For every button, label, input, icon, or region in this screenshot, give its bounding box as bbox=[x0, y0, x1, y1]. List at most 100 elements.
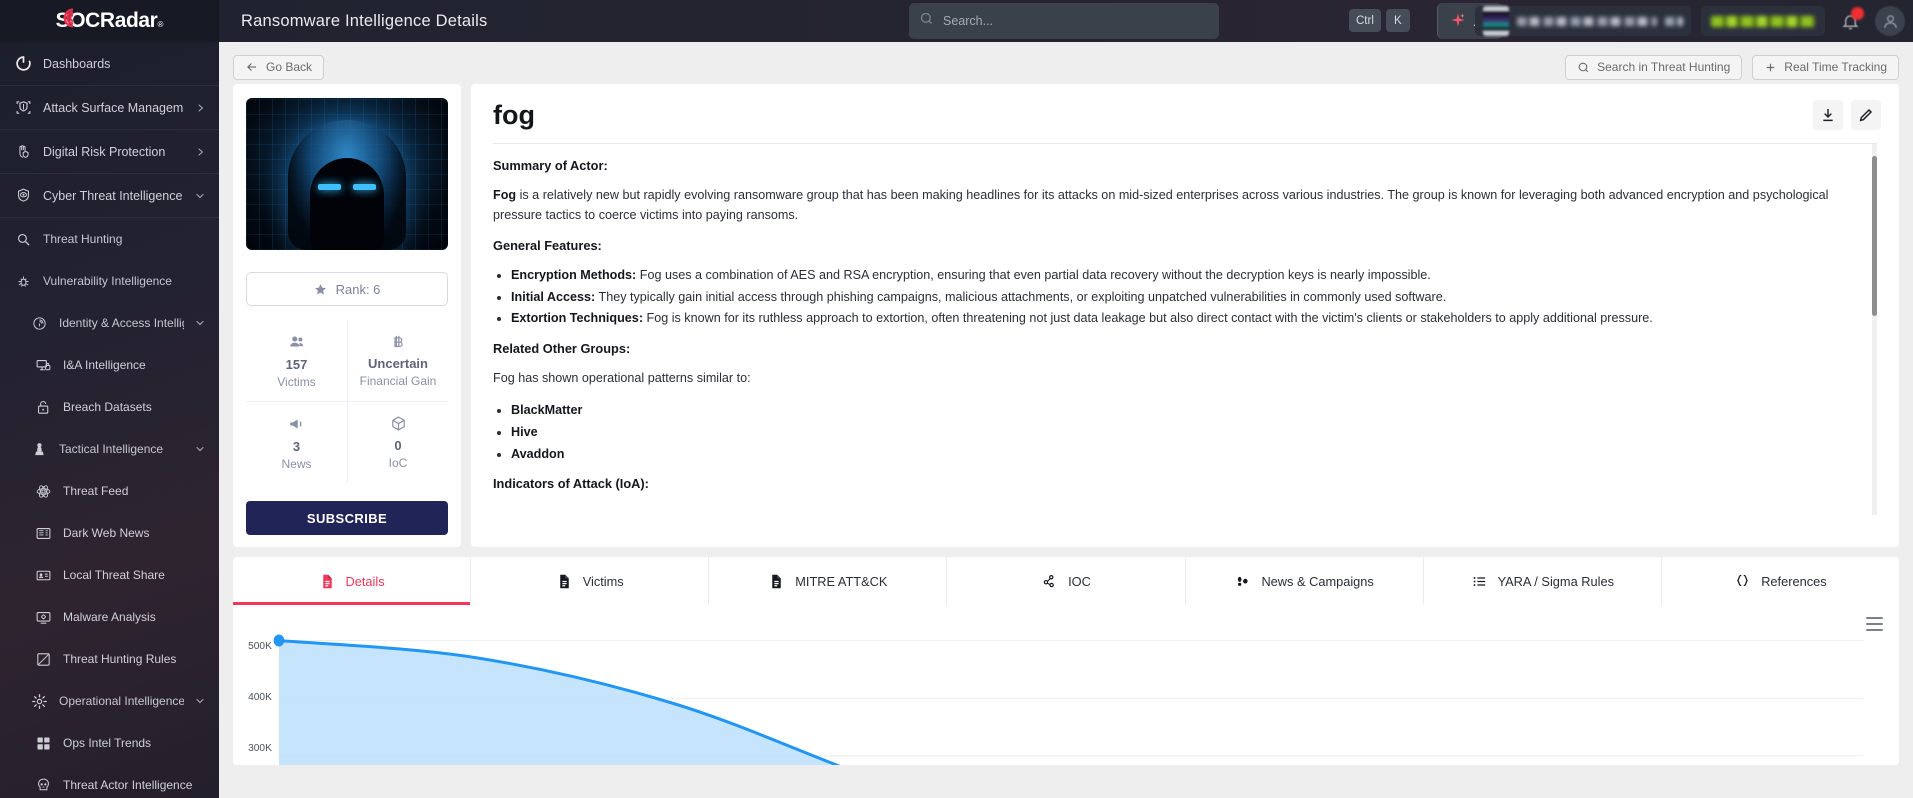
stat-financial-gain: Uncertain Financial Gain bbox=[347, 320, 448, 401]
chevron-down-icon bbox=[196, 447, 204, 452]
actor-stats: 157 Victims Uncertain Financial Gain 3 N… bbox=[246, 320, 448, 483]
real-time-tracking-button[interactable]: Real Time Tracking bbox=[1752, 54, 1899, 80]
related-groups-intro: Fog has shown operational patterns simil… bbox=[493, 370, 751, 385]
tab-references[interactable]: References bbox=[1662, 557, 1899, 605]
sidebar: SOCRadar ® Dashboards Attack Surface Manag… bbox=[0, 0, 219, 798]
summary-intro-text: is a relatively new but rapidly evolving… bbox=[493, 188, 1829, 222]
dashboard-icon bbox=[14, 55, 32, 73]
notifications-button[interactable] bbox=[1835, 6, 1865, 36]
workspace-avatar bbox=[1483, 6, 1509, 36]
summary-scrollbar-thumb[interactable] bbox=[1872, 156, 1877, 316]
download-icon bbox=[1823, 109, 1833, 122]
file-red-icon bbox=[319, 573, 336, 590]
sidebar-item-malware-analysis[interactable]: Malware Analysis bbox=[0, 596, 219, 638]
monitor-lock-icon bbox=[34, 356, 52, 374]
sidebar-item-attack-surface-management[interactable]: Attack Surface Management bbox=[0, 86, 219, 130]
tab-details[interactable]: Details bbox=[233, 557, 472, 605]
glowing-eyes-graphic bbox=[318, 184, 376, 190]
rank-badge: Rank: 6 bbox=[246, 272, 448, 306]
page-title: Ransomware Intelligence Details bbox=[241, 11, 488, 30]
stat-ioc-label: IoC bbox=[388, 456, 408, 470]
tab-label: YARA / Sigma Rules bbox=[1497, 573, 1614, 589]
sidebar-item-tactical-intelligence[interactable]: Tactical Intelligence bbox=[0, 428, 219, 470]
search-input[interactable] bbox=[943, 14, 1209, 28]
tab-news-campaigns[interactable]: News & Campaigns bbox=[1186, 557, 1424, 605]
bitcoin-icon bbox=[350, 333, 446, 350]
kbd-k: K bbox=[1385, 9, 1410, 32]
sidebar-item-ops-intel-trends[interactable]: Ops Intel Trends bbox=[0, 722, 219, 764]
summary-scroll-region[interactable]: Summary of Actor: Fog is a relatively ne… bbox=[493, 143, 1877, 515]
newspaper-icon bbox=[34, 524, 52, 542]
sidebar-item-i-a-intelligence[interactable]: I&A Intelligence bbox=[0, 344, 219, 386]
chevron-down-icon bbox=[196, 193, 204, 198]
toolbar-right: Search in Threat Hunting Real Time Track… bbox=[1565, 54, 1899, 80]
stat-news-value: 3 bbox=[292, 439, 301, 454]
sidebar-item-threat-hunting[interactable]: Threat Hunting bbox=[0, 218, 219, 260]
search-icon bbox=[1578, 62, 1589, 72]
feature-term: Encryption Methods: bbox=[511, 268, 637, 283]
sidebar-item-label: Dark Web News bbox=[63, 526, 150, 540]
sidebar-item-threat-actor-intelligence[interactable]: Threat Actor Intelligence bbox=[0, 764, 219, 798]
tab-label: News & Campaigns bbox=[1261, 573, 1374, 589]
tab-yara-sigma-rules[interactable]: YARA / Sigma Rules bbox=[1424, 557, 1662, 605]
tab-label: IOC bbox=[1068, 573, 1091, 589]
feature-text: Fog uses a combination of AES and RSA en… bbox=[636, 268, 1431, 283]
sidebar-item-digital-risk-protection[interactable]: Digital Risk Protection bbox=[0, 130, 219, 174]
rank-label: Rank: 6 bbox=[335, 281, 381, 297]
top-bar: Ransomware Intelligence Details Ctrl K A… bbox=[219, 0, 1913, 42]
sidebar-item-local-threat-share[interactable]: Local Threat Share bbox=[0, 554, 219, 596]
related-groups-list: BlackMatter Hive Avaddon bbox=[511, 401, 1861, 463]
tab-ioc[interactable]: IOC bbox=[947, 557, 1186, 605]
tab-mitre-att-ck[interactable]: MITRE ATT&CK bbox=[709, 557, 948, 605]
list-item: Hive bbox=[511, 423, 1861, 442]
related-group-name: Hive bbox=[511, 425, 538, 440]
subscribe-button[interactable]: SUBSCRIBE bbox=[246, 501, 448, 535]
sparkle-icon bbox=[1450, 12, 1466, 31]
plan-badge[interactable] bbox=[1701, 6, 1825, 36]
sidebar-item-vulnerability-intelligence[interactable]: Vulnerability Intelligence bbox=[0, 260, 219, 302]
chart-data-point bbox=[273, 634, 285, 647]
stat-victims: 157 Victims bbox=[246, 320, 347, 401]
sidebar-item-threat-feed[interactable]: Threat Feed bbox=[0, 470, 219, 512]
global-search[interactable] bbox=[909, 3, 1219, 39]
footprints-icon bbox=[1234, 573, 1251, 590]
arrow-left-icon bbox=[247, 63, 257, 71]
sidebar-item-dark-web-news[interactable]: Dark Web News bbox=[0, 512, 219, 554]
notification-dot bbox=[1851, 7, 1864, 20]
edit-button[interactable] bbox=[1851, 100, 1881, 130]
brand-registered: ® bbox=[157, 20, 164, 29]
bug-icon bbox=[14, 272, 32, 290]
sidebar-item-identity-access-intelligence[interactable]: Identity & Access Intelligence bbox=[0, 302, 219, 344]
sidebar-item-cyber-threat-intelligence[interactable]: Cyber Threat Intelligence bbox=[0, 174, 219, 218]
sidebar-item-operational-intelligence[interactable]: Operational Intelligence bbox=[0, 680, 219, 722]
rules-square-icon bbox=[34, 650, 52, 668]
actor-summary-card: fog Summary of Actor: Fog is a relativel… bbox=[471, 84, 1899, 547]
search-in-threat-hunting-button[interactable]: Search in Threat Hunting bbox=[1565, 54, 1743, 80]
sidebar-item-dashboards[interactable]: Dashboards bbox=[0, 42, 219, 86]
download-button[interactable] bbox=[1813, 100, 1843, 130]
general-features-heading: General Features: bbox=[493, 238, 602, 254]
kbd-ctrl: Ctrl bbox=[1349, 9, 1381, 32]
sidebar-item-label: Tactical Intelligence bbox=[59, 442, 164, 456]
user-avatar[interactable] bbox=[1875, 6, 1905, 36]
go-back-button[interactable]: Go Back bbox=[233, 54, 325, 80]
sidebar-item-label: Local Threat Share bbox=[63, 568, 165, 582]
workspace-selector[interactable] bbox=[1475, 6, 1691, 36]
sidebar-item-breach-datasets[interactable]: Breach Datasets bbox=[0, 386, 219, 428]
tab-victims[interactable]: Victims bbox=[471, 557, 710, 605]
brand-logo[interactable]: SOCRadar ® bbox=[0, 0, 219, 42]
feature-term: Extortion Techniques: bbox=[511, 311, 644, 326]
fingerprint-icon bbox=[30, 314, 48, 332]
list-icon bbox=[1471, 573, 1488, 590]
feature-term: Initial Access: bbox=[511, 289, 596, 304]
stat-financial-gain-value: Uncertain bbox=[368, 356, 428, 371]
stat-ioc: 0 IoC bbox=[347, 402, 448, 483]
actor-profile-card: Rank: 6 157 Victims Uncertain Financial … bbox=[233, 84, 461, 547]
sidebar-item-threat-hunting-rules[interactable]: Threat Hunting Rules bbox=[0, 638, 219, 680]
unlock-icon bbox=[34, 398, 52, 416]
hand-shield-icon bbox=[14, 143, 32, 161]
file-icon bbox=[556, 573, 573, 590]
stats-row-bottom: 3 News 0 IoC bbox=[246, 402, 448, 483]
sidebar-item-label: Vulnerability Intelligence bbox=[43, 274, 172, 288]
sidebar-item-label: I&A Intelligence bbox=[63, 358, 146, 372]
